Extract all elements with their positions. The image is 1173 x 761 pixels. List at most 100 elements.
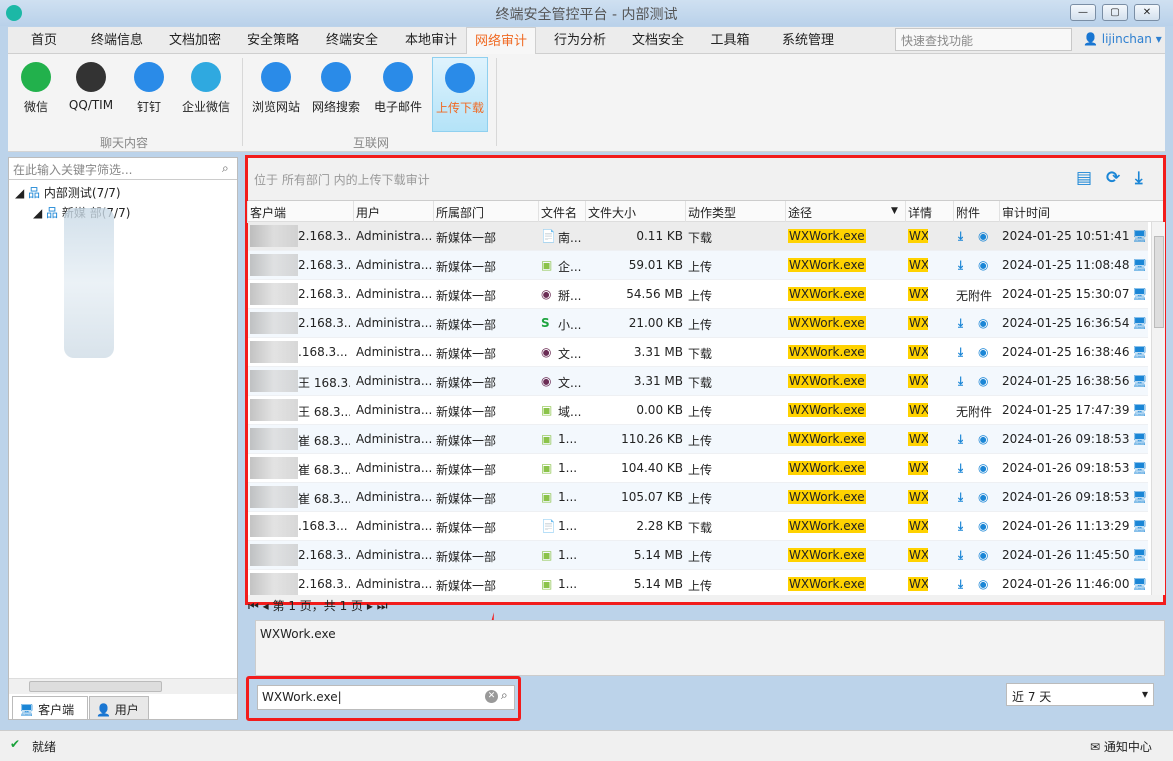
last-page-button[interactable]: ⏭ xyxy=(377,599,388,613)
tab-client[interactable]: 🖥 客户端 xyxy=(12,696,88,720)
view-eye-icon[interactable]: ◉ xyxy=(978,519,988,533)
column-header[interactable]: 附件 xyxy=(956,204,980,221)
table-row[interactable]: 2.168.3... Administra... 新媒体一部 ▣ 1... 5.14 MB… xyxy=(248,570,1148,595)
monitor-icon[interactable]: 🖥 xyxy=(1132,287,1147,301)
search-icon[interactable]: ⌕ xyxy=(222,161,229,176)
monitor-icon[interactable]: 🖥 xyxy=(1132,432,1147,446)
table-row[interactable]: 2.168.3... Administra... 新媒体一部 ▣ 企... 59.01 K… xyxy=(248,251,1148,280)
table-row[interactable]: 崔 68.3... Administra... 新媒体一部 ▣ 1... 104.40 K… xyxy=(248,454,1148,483)
download-icon[interactable]: ⤓ xyxy=(958,229,963,244)
ribbon-wework[interactable]: 企业微信 xyxy=(178,57,234,132)
table-row[interactable]: 2.168.3... Administra... 新媒体一部 📄 南... 0.11 KB… xyxy=(248,222,1148,251)
view-eye-icon[interactable]: ◉ xyxy=(978,461,988,475)
download-icon[interactable]: ⤓ xyxy=(958,577,963,592)
view-eye-icon[interactable]: ◉ xyxy=(978,548,988,562)
table-row[interactable]: .168.3... Administra... 新媒体一部 📄 1... 2.28 KB 下… xyxy=(248,512,1148,541)
column-header[interactable]: 文件名 xyxy=(541,204,577,221)
download-icon[interactable]: ⤓ xyxy=(958,461,963,476)
monitor-icon[interactable]: 🖥 xyxy=(1132,548,1147,562)
view-eye-icon[interactable]: ◉ xyxy=(978,577,988,591)
table-row[interactable]: .168.3... Administra... 新媒体一部 ◉ 文... 3.31 MB 下… xyxy=(248,338,1148,367)
ribbon-globe[interactable]: 浏览网站 xyxy=(248,57,304,132)
user-menu[interactable]: 👤 lijinchan ▾ xyxy=(1083,32,1162,46)
monitor-icon[interactable]: 🖥 xyxy=(1132,374,1147,388)
tab-7[interactable]: 行为分析 xyxy=(544,27,616,54)
view-eye-icon[interactable]: ◉ xyxy=(978,258,988,272)
column-header[interactable]: 途径 xyxy=(788,204,812,221)
view-eye-icon[interactable]: ◉ xyxy=(978,316,988,330)
ribbon-globe-search[interactable]: 网络搜索 xyxy=(308,57,364,132)
column-header[interactable]: 动作类型 xyxy=(688,204,736,221)
column-header[interactable]: 用户 xyxy=(356,204,380,221)
monitor-icon[interactable]: 🖥 xyxy=(1132,316,1147,330)
prev-page-button[interactable]: ◂ xyxy=(263,599,269,613)
first-page-button[interactable]: ⏮ xyxy=(248,599,259,613)
tab-4[interactable]: 终端安全 xyxy=(316,27,388,54)
monitor-icon[interactable]: 🖥 xyxy=(1132,403,1147,417)
ribbon-qq[interactable]: QQ/TIM xyxy=(63,57,119,132)
monitor-icon[interactable]: 🖥 xyxy=(1132,258,1147,272)
minimize-button[interactable]: — xyxy=(1070,4,1096,21)
tree-root[interactable]: ◢ 品 内部测试(7/7) xyxy=(15,184,121,201)
tab-user[interactable]: 👤 用户 xyxy=(89,696,149,720)
tab-2[interactable]: 文档加密 xyxy=(160,27,230,54)
ribbon-dingtalk[interactable]: 钉钉 xyxy=(121,57,177,132)
download-icon[interactable]: ⤓ xyxy=(958,258,963,273)
tab-3[interactable]: 安全策略 xyxy=(238,27,308,54)
monitor-icon[interactable]: 🖥 xyxy=(1132,461,1147,475)
download-icon[interactable]: ⤓ xyxy=(958,374,963,389)
date-range-select[interactable]: 近 7 天 ▾ xyxy=(1006,683,1154,706)
download-icon[interactable]: ⤓ xyxy=(958,432,963,447)
column-header[interactable]: 客户端 xyxy=(250,204,286,221)
column-header[interactable]: 文件大小 xyxy=(588,204,636,221)
tab-10[interactable]: 系统管理 xyxy=(768,27,848,54)
notification-center-button[interactable]: ✉ 通知中心 xyxy=(1090,738,1152,755)
table-row[interactable]: 崔 68.3... Administra... 新媒体一部 ▣ 1... 110.26 K… xyxy=(248,425,1148,454)
view-eye-icon[interactable]: ◉ xyxy=(978,490,988,504)
tab-8[interactable]: 文档安全 xyxy=(624,27,692,54)
tab-6[interactable]: 网络审计 xyxy=(466,27,536,55)
download-icon[interactable]: ⤓ xyxy=(958,345,963,360)
monitor-icon[interactable]: 🖥 xyxy=(1132,229,1147,243)
download-icon[interactable]: ⤓ xyxy=(958,490,963,505)
quick-search-input[interactable]: 快速查找功能 xyxy=(895,28,1072,51)
ribbon-email[interactable]: 电子邮件 xyxy=(370,57,426,132)
search-icon[interactable]: ⌕ xyxy=(501,688,508,703)
table-row[interactable]: 2.168.3... Administra... 新媒体一部 S 小... 21.00 K… xyxy=(248,309,1148,338)
view-eye-icon[interactable]: ◉ xyxy=(978,374,988,388)
table-row[interactable]: 王 168.3... Administra...新媒体一部 ◉ 文... 3.31 MB… xyxy=(248,367,1148,396)
view-eye-icon[interactable]: ◉ xyxy=(978,345,988,359)
ribbon-cloud-sync[interactable]: 上传下载 xyxy=(432,57,488,132)
tree-filter-input[interactable]: 在此输入关键字筛选... xyxy=(9,158,237,180)
table-row[interactable]: 2.168.3... Administra... 新媒体一部 ◉ 掰... 54.56 M… xyxy=(248,280,1148,309)
sort-chevron-icon[interactable]: ▼ xyxy=(891,206,898,216)
tab-1[interactable]: 终端信息 xyxy=(82,27,152,54)
tab-0[interactable]: 首页 xyxy=(16,27,72,54)
download-icon[interactable]: ⤓ xyxy=(958,548,963,563)
column-header[interactable]: 审计时间 xyxy=(1002,204,1050,221)
export-download-icon[interactable]: ⤓ xyxy=(1135,168,1143,188)
refresh-icon[interactable]: ⟳ xyxy=(1106,168,1120,188)
columns-icon[interactable]: ▤ xyxy=(1076,168,1092,188)
next-page-button[interactable]: ▸ xyxy=(367,599,373,613)
search-input[interactable]: WXWork.exe| xyxy=(257,685,515,710)
monitor-icon[interactable]: 🖥 xyxy=(1132,490,1147,504)
maximize-button[interactable]: ▢ xyxy=(1102,4,1128,21)
view-eye-icon[interactable]: ◉ xyxy=(978,432,988,446)
view-eye-icon[interactable]: ◉ xyxy=(978,229,988,243)
monitor-icon[interactable]: 🖥 xyxy=(1132,577,1147,591)
monitor-icon[interactable]: 🖥 xyxy=(1132,519,1147,533)
download-icon[interactable]: ⤓ xyxy=(958,519,963,534)
table-row[interactable]: 崔 68.3... Administra... 新媒体一部 ▣ 1... 105.07 K… xyxy=(248,483,1148,512)
monitor-icon[interactable]: 🖥 xyxy=(1132,345,1147,359)
download-icon[interactable]: ⤓ xyxy=(958,316,963,331)
horizontal-scrollbar[interactable] xyxy=(9,678,237,694)
vertical-scrollbar[interactable] xyxy=(1151,222,1165,595)
table-row[interactable]: 王 68.3... Administra... 新媒体一部 ▣ 域... 0.00 KB 上… xyxy=(248,396,1148,425)
column-header[interactable]: 所属部门 xyxy=(436,204,484,221)
close-button[interactable]: ✕ xyxy=(1134,4,1160,21)
clear-icon[interactable]: ✕ xyxy=(485,690,498,703)
tab-5[interactable]: 本地审计 xyxy=(396,27,466,54)
column-header[interactable]: 详情 xyxy=(908,204,932,221)
ribbon-wechat[interactable]: 微信 xyxy=(8,57,64,132)
